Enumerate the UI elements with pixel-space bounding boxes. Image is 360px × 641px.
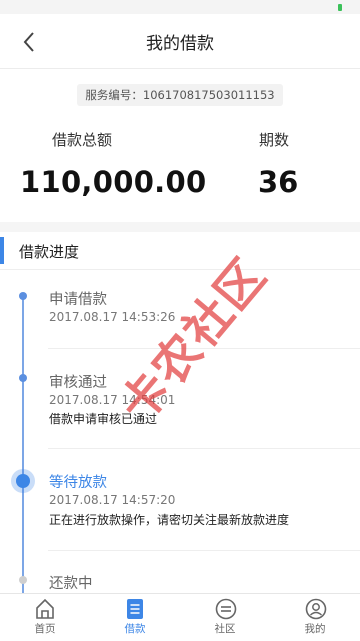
status-bar: [0, 0, 360, 14]
period-label: 期数: [259, 131, 290, 149]
section-title: 借款进度: [19, 243, 80, 261]
period-value: 36: [258, 165, 299, 199]
timeline-dot-done: [19, 292, 27, 300]
step-title-waiting: 等待放款: [49, 475, 107, 491]
tab-community[interactable]: 社区: [180, 594, 270, 641]
timeline-dot-current: [16, 474, 30, 488]
page-title: 我的借款: [146, 34, 214, 54]
tab-loan-label: 借款: [124, 623, 146, 635]
home-icon: [36, 598, 54, 619]
section-divider: [0, 222, 360, 232]
timeline-dot-pending: [19, 576, 27, 584]
step-divider: [48, 550, 360, 551]
step-time-approved: 2017.08.17 14:54:01: [49, 393, 176, 407]
tab-mine-label: 我的: [304, 623, 326, 635]
timeline-line: [22, 296, 24, 596]
bottom-tab-bar: 首页 借款 社区 我的: [0, 593, 360, 641]
section-accent-bar: [0, 237, 4, 264]
step-title-approved: 审核通过: [49, 375, 107, 391]
community-icon: [215, 598, 237, 620]
tab-home-label: 首页: [34, 623, 56, 635]
step-divider: [48, 448, 360, 449]
loan-total-label: 借款总额: [52, 131, 113, 149]
step-desc-approved: 借款申请审核已通过: [49, 412, 158, 426]
timeline-dot-done: [19, 374, 27, 382]
tab-home[interactable]: 首页: [0, 594, 90, 641]
step-title-apply: 申请借款: [49, 292, 107, 308]
battery-icon: [338, 4, 342, 11]
step-title-repaying: 还款中: [49, 576, 93, 592]
step-time-waiting: 2017.08.17 14:57:20: [49, 493, 176, 507]
service-number-badge: 服务编号：106170817503011153: [77, 84, 283, 106]
tab-community-label: 社区: [214, 623, 236, 635]
tab-loan[interactable]: 借款: [90, 594, 180, 641]
step-time-apply: 2017.08.17 14:53:26: [49, 310, 176, 324]
tab-mine[interactable]: 我的: [270, 594, 360, 641]
service-number-value: 106170817503011153: [142, 88, 275, 102]
progress-section-header: 借款进度: [0, 233, 360, 270]
service-number-label: 服务编号：: [85, 88, 143, 102]
step-divider: [48, 348, 360, 349]
document-icon: [127, 599, 143, 619]
profile-icon: [305, 598, 327, 620]
loan-total-value: 110,000.00: [20, 165, 207, 199]
nav-bar: 我的借款: [0, 14, 360, 69]
step-desc-waiting: 正在进行放款操作，请密切关注最新放款进度: [49, 513, 290, 527]
